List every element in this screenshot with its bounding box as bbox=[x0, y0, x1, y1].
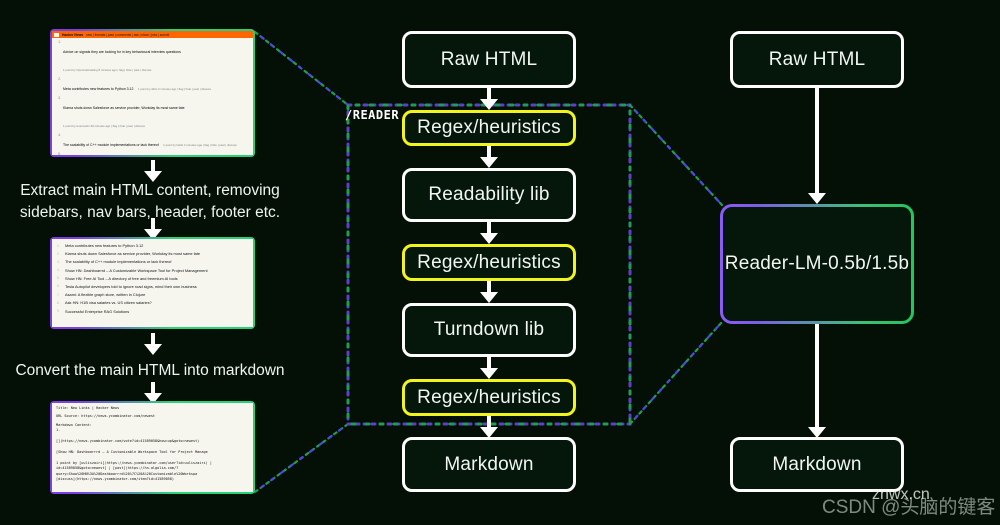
caption-convert-markdown: Convert the main HTML into markdown bbox=[15, 362, 285, 379]
clean-row[interactable]: 3. The scalability of C++ module impleme… bbox=[57, 259, 248, 264]
cleaned-html-screenshot[interactable]: 1. Meta contributes new features to Pyth… bbox=[50, 237, 255, 329]
clean-bullet: 7. bbox=[57, 292, 60, 297]
node-regex-heuristics-3[interactable]: Regex/heuristics bbox=[402, 379, 576, 416]
hn-story-row[interactable]: 2. Meta contributes new features to Pyth… bbox=[55, 77, 250, 95]
clean-title[interactable]: The scalability of C++ module implementa… bbox=[65, 259, 248, 264]
watermark-site: znwx.cn bbox=[872, 486, 930, 503]
diagram-canvas: Hacker News new | threads | past | comme… bbox=[0, 0, 1000, 525]
arrow-r2 bbox=[807, 324, 827, 438]
node-markdown-middle[interactable]: Markdown bbox=[402, 437, 576, 492]
clean-title[interactable]: Klarna shuts down Salesforce as service … bbox=[65, 251, 248, 256]
arrow-m5 bbox=[479, 357, 499, 379]
hn-story-sub: 1 point by dkim 2 minutes ago | flag | h… bbox=[137, 87, 211, 91]
clean-title[interactable]: Asami: A flexible graph store, written i… bbox=[65, 292, 248, 297]
hn-story-title[interactable]: Advice on signals they are looking for i… bbox=[63, 50, 181, 54]
arrow-m1 bbox=[479, 88, 499, 110]
clean-title[interactable]: Successful Enterprise RAG Solutions bbox=[65, 309, 248, 314]
hn-story-sub: 1 point by terencekin 30 minutes ago | f… bbox=[63, 124, 145, 128]
hn-header-nav: new | threads | past | comments | ask | … bbox=[86, 32, 170, 37]
connector-bottom-right-accent bbox=[628, 320, 724, 426]
node-label: Markdown bbox=[444, 453, 534, 475]
node-label: Readability lib bbox=[428, 184, 550, 205]
clean-row[interactable]: 4. Show HN: Dashboarrrd – A Customizable… bbox=[57, 268, 248, 273]
hn-rank: 5. bbox=[58, 152, 61, 155]
hn-story-title[interactable]: Meta contributes new features to Python … bbox=[63, 87, 133, 91]
hn-story-row[interactable]: 4. The scalability of C++ module impleme… bbox=[55, 133, 250, 151]
hn-rank: 3. bbox=[58, 96, 61, 100]
clean-bullet: 4. bbox=[57, 268, 60, 273]
hn-header-bar: Hacker News new | threads | past | comme… bbox=[52, 31, 253, 38]
arrow-m6 bbox=[479, 416, 499, 438]
arrow-m3 bbox=[479, 222, 499, 244]
node-label: Reader-LM-0.5b/1.5b bbox=[724, 253, 910, 274]
clean-bullet: 2. bbox=[57, 251, 60, 256]
hn-story-title[interactable]: Klarna shuts down Salesforce as service … bbox=[63, 106, 185, 110]
clean-bullet: 8. bbox=[57, 300, 60, 305]
node-turndown-lib[interactable]: Turndown lib bbox=[402, 303, 576, 357]
clean-row[interactable]: 5. Show HN: Free AI Tool – A directory o… bbox=[57, 276, 248, 281]
arrow-m4 bbox=[479, 281, 499, 303]
clean-title[interactable]: Show HN: Dashboarrrd – A Customizable Wo… bbox=[65, 268, 248, 273]
hn-story-row[interactable]: 5. Show HN: Dashboarrrd – A Customizable… bbox=[55, 152, 250, 155]
arrow-m2 bbox=[479, 146, 499, 168]
clean-title[interactable]: Meta contributes new features to Python … bbox=[65, 243, 248, 248]
node-regex-heuristics-1[interactable]: Regex/heuristics bbox=[402, 110, 576, 146]
hn-rank: 2. bbox=[58, 77, 61, 81]
hn-story-row[interactable]: 1. Advice on signals they are looking fo… bbox=[55, 40, 250, 76]
caption-extract-line1: Extract main HTML content, removing bbox=[20, 182, 280, 199]
hn-header-title: Hacker News bbox=[62, 32, 84, 37]
node-raw-html-middle[interactable]: Raw HTML bbox=[402, 31, 576, 88]
clean-bullet: 5. bbox=[57, 276, 60, 281]
clean-title[interactable]: Ask HN: H1B visa salaries vs. US citizen… bbox=[65, 300, 248, 305]
clean-row[interactable]: 6. Tesla Autopilot developers told to ig… bbox=[57, 284, 248, 289]
node-label: Turndown lib bbox=[433, 319, 545, 340]
clean-title[interactable]: Tesla Autopilot developers told to ignor… bbox=[65, 284, 248, 289]
clean-row[interactable]: 1. Meta contributes new features to Pyth… bbox=[57, 243, 248, 248]
node-reader-lm[interactable]: Reader-LM-0.5b/1.5b bbox=[720, 204, 914, 324]
hn-logo-icon bbox=[54, 32, 59, 37]
node-raw-html-right[interactable]: Raw HTML bbox=[730, 31, 904, 88]
clean-title[interactable]: Show HN: Free AI Tool – A directory of f… bbox=[65, 276, 248, 281]
hn-story-sub: 1 point by OpenCalculating 8 minutes ago… bbox=[63, 68, 152, 72]
clean-bullet: 6. bbox=[57, 284, 60, 289]
arrow-r1 bbox=[807, 88, 827, 204]
node-regex-heuristics-2[interactable]: Regex/heuristics bbox=[402, 244, 576, 281]
hn-rank: 4. bbox=[58, 133, 61, 137]
clean-bullet: 1. bbox=[57, 243, 60, 248]
connector-top-right-accent bbox=[628, 103, 724, 207]
hn-story-row[interactable]: 3. Klarna shuts down Salesforce as servi… bbox=[55, 96, 250, 132]
node-label: Raw HTML bbox=[768, 48, 866, 70]
node-label: Regex/heuristics bbox=[417, 251, 561, 273]
clean-bullet: 9. bbox=[57, 309, 60, 313]
node-label: Raw HTML bbox=[440, 48, 538, 70]
clean-row[interactable]: 7. Asami: A flexible graph store, writte… bbox=[57, 292, 248, 297]
md-body: 1. [](https://news.ycombinator.com/vote?… bbox=[56, 428, 212, 482]
node-readability-lib[interactable]: Readability lib bbox=[402, 168, 576, 222]
arrow-clean-to-caption2 bbox=[143, 333, 163, 355]
hn-rank: 1. bbox=[58, 40, 61, 44]
clean-row[interactable]: 9. Successful Enterprise RAG Solutions bbox=[57, 309, 248, 314]
node-label: Regex/heuristics bbox=[417, 386, 561, 408]
node-label: Regex/heuristics bbox=[417, 117, 561, 138]
arrow-raw-to-caption1 bbox=[143, 160, 163, 182]
hn-story-title[interactable]: The scalability of C++ module implementa… bbox=[63, 143, 159, 147]
clean-row[interactable]: 8. Ask HN: H1B visa salaries vs. US citi… bbox=[57, 300, 248, 305]
node-label: Markdown bbox=[772, 453, 862, 475]
hn-story-sub: 1 point by faziki 4 minutes ago | flag |… bbox=[163, 143, 237, 147]
hn-story-list: 1. Advice on signals they are looking fo… bbox=[52, 38, 253, 155]
clean-bullet: 3. bbox=[57, 259, 60, 264]
node-markdown-right[interactable]: Markdown bbox=[730, 437, 904, 492]
hacker-news-raw-screenshot[interactable]: Hacker News new | threads | past | comme… bbox=[50, 29, 255, 157]
reader-group-label: /READER bbox=[345, 108, 400, 122]
clean-row[interactable]: 2. Klarna shuts down Salesforce as servi… bbox=[57, 251, 248, 256]
markdown-output-screenshot[interactable]: Title: New Links | Hacker News URL Sourc… bbox=[50, 401, 255, 494]
clean-story-list: 1. Meta contributes new features to Pyth… bbox=[52, 239, 253, 321]
